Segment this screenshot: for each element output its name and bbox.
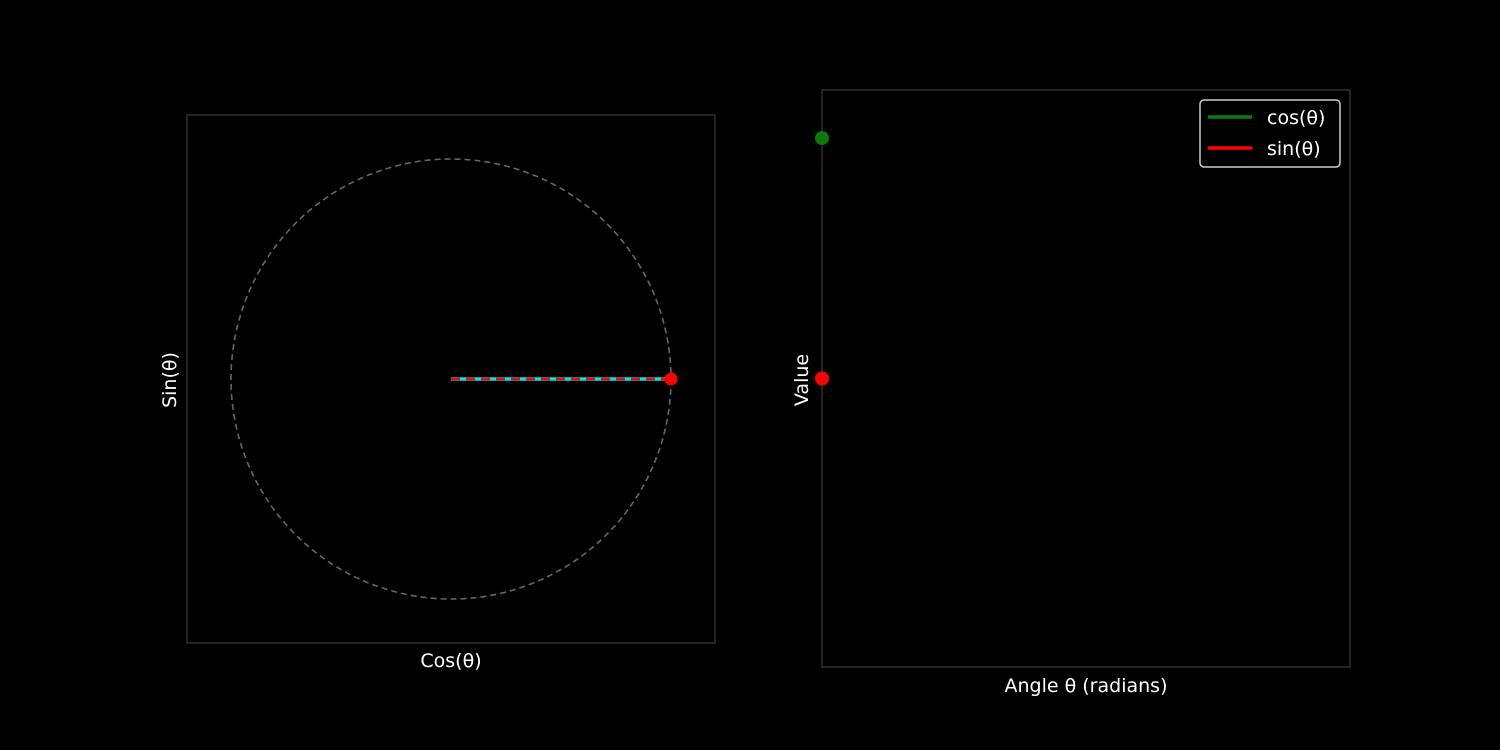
- waveform-y-label: Value: [791, 354, 813, 406]
- waveform-x-label: Angle θ (radians): [1005, 675, 1168, 697]
- cos-series-point: [815, 131, 829, 146]
- unit-circle-y-label: Sin(θ): [159, 352, 181, 408]
- legend-label-cos: cos(θ): [1267, 107, 1325, 129]
- sin-series-point: [815, 371, 829, 386]
- figure-canvas: Cos(θ) Sin(θ) Angle θ (radians) Value co…: [0, 0, 1500, 750]
- unit-circle-x-label: Cos(θ): [420, 650, 481, 672]
- legend: cos(θ) sin(θ): [1199, 99, 1341, 168]
- legend-label-sin: sin(θ): [1267, 138, 1321, 160]
- unit-circle-point: [664, 372, 678, 386]
